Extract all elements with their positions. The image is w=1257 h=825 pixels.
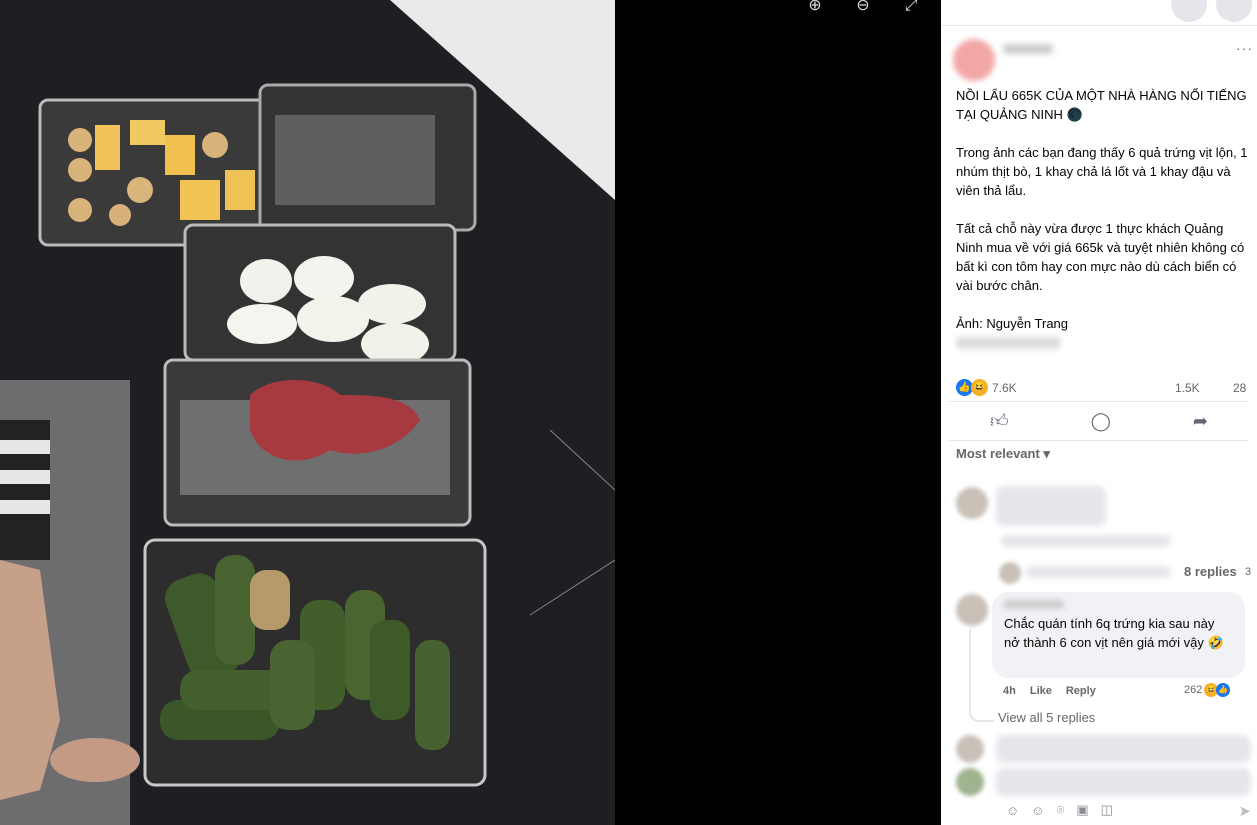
viewer-toolbar: ⊕ ⊖ ⤢ [805,0,921,16]
post-stats: 👍 😆 7.6K 1.5K 28 [941,371,1257,401]
comment-count[interactable]: 1.5K [1175,381,1200,395]
share-count[interactable]: 28 [1233,381,1246,395]
second-comment-reactions[interactable]: 262 😆 👍 [1184,683,1231,697]
post-paragraph-2: Tất cả chỗ này vừa được 1 thực khách Quả… [956,221,1245,293]
fullscreen-icon[interactable]: ⤢ [901,0,921,16]
second-comment-meta: 4h Like Reply [1003,685,1096,697]
photo-illustration [0,0,615,825]
comment-reply-link[interactable]: Reply [1066,685,1096,697]
first-comment-replies[interactable]: 8 replies [1184,564,1237,579]
send-icon[interactable]: ➤ [1238,802,1251,820]
more-options-icon[interactable]: ··· [1236,40,1253,56]
second-commenter-avatar[interactable] [956,594,988,626]
post-photo[interactable] [0,0,615,825]
comment-button-icon[interactable]: ◯ [1091,411,1111,432]
commenter-avatar[interactable] [956,487,988,519]
comment-like-link[interactable]: Like [1030,685,1052,697]
comment-time: 4h [1003,685,1016,697]
blurred-reply-preview [1026,566,1171,578]
post-author: ··· [941,26,1257,86]
thread-line [969,630,994,722]
post-actions: 👍︎ ◯ ➦ [949,401,1249,441]
post-paragraph-1: Trong ảnh các bạn đang thấy 6 quả trứng … [956,145,1248,198]
gif-icon[interactable]: ▣ [1076,802,1088,818]
blurred-comment-meta [1001,535,1171,547]
panel-topbar [941,0,1257,26]
sticker-icon[interactable]: ◫ [1101,802,1113,818]
messenger-icon[interactable] [1216,0,1252,22]
post-credit: Ảnh: Nguyễn Trang [956,316,1069,331]
post-title: NỒI LẨU 665K CỦA MỘT NHÀ HÀNG NỔI TIẾNG … [956,88,1247,122]
second-comment-text: Chắc quán tính 6q trứng kia sau này nở t… [1004,616,1224,650]
blurred-comment [996,486,1106,526]
haha-reaction-icon: 😆 [971,379,988,396]
photo-viewer: ⊕ ⊖ ⤢ [0,0,941,825]
post-side-panel: ··· NỒI LẨU 665K CỦA MỘT NHÀ HÀNG NỔI TI… [941,0,1257,825]
author-name-blurred[interactable] [1003,44,1053,54]
blurred-link [956,337,1061,349]
menu-grid-icon[interactable] [1171,0,1207,22]
reaction-count: 7.6K [992,380,1017,395]
comment-input-blurred[interactable] [996,768,1251,796]
second-comment-react-count: 262 [1184,684,1203,696]
zoom-in-icon[interactable]: ⊕ [805,0,825,16]
author-avatar[interactable] [953,39,995,81]
view-all-replies-link[interactable]: View all 5 replies [998,710,1095,725]
composer-toolbar: ☺ ☺ ⌾ ▣ ◫ [992,795,1257,825]
comment-sort-dropdown[interactable]: Most relevant ▾ [941,441,1257,467]
like-button-icon[interactable]: 👍︎ [990,410,1009,432]
my-avatar [956,768,984,796]
share-button-icon[interactable]: ➦ [1193,411,1208,432]
zoom-out-icon[interactable]: ⊖ [853,0,873,16]
camera-icon[interactable]: ⌾ [1057,802,1065,818]
avatar-sticker-icon[interactable]: ☺ [1006,803,1019,818]
second-comment-bubble: Chắc quán tính 6q trứng kia sau này nở t… [992,592,1245,678]
blurred-next-comment [996,735,1251,763]
first-comment-replies-tail: 3 [1245,566,1252,578]
emoji-icon[interactable]: ☺ [1031,803,1044,818]
reaction-summary[interactable]: 👍 😆 7.6K [956,379,1017,396]
next-commenter-avatar [956,735,984,763]
reply-avatar [999,562,1021,584]
second-commenter-name-blurred[interactable] [1004,600,1064,609]
like-reaction-icon: 👍 [1216,683,1231,697]
